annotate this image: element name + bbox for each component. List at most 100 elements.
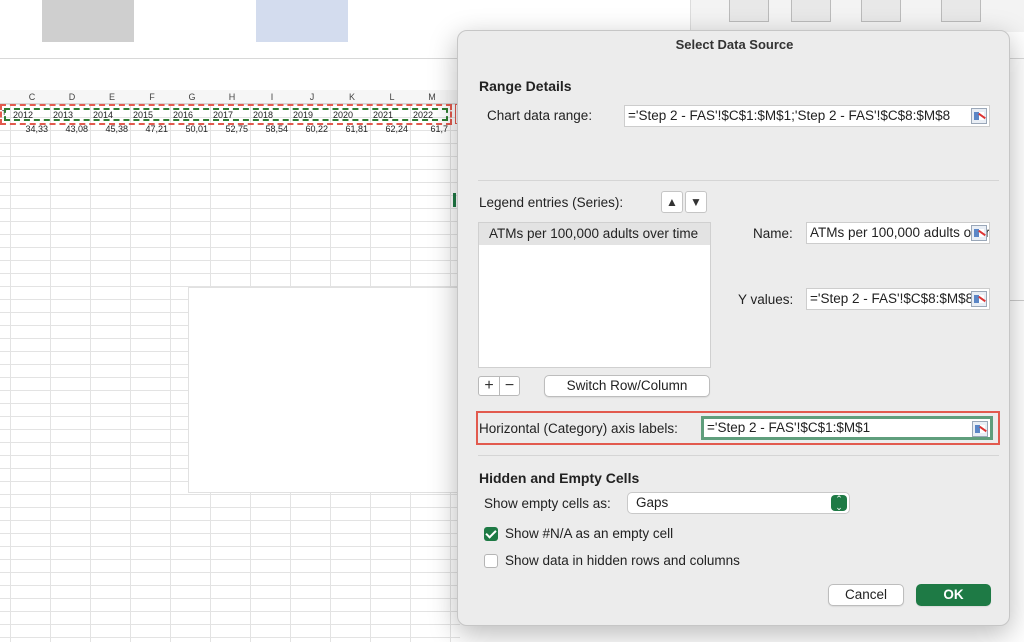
series-order-arrows: ▲ ▼ — [661, 191, 707, 213]
gridline — [0, 156, 460, 157]
change-chart-icon — [861, 0, 901, 22]
value-cell[interactable]: 52,75 — [210, 124, 248, 134]
add-series-button[interactable]: + — [479, 377, 499, 395]
selection-marquee — [4, 108, 448, 121]
dialog-title: Select Data Source — [675, 37, 794, 52]
gridline — [0, 585, 460, 586]
add-remove-series-control: + − — [478, 376, 520, 396]
series-name-label: Name: — [753, 226, 793, 241]
gridline — [0, 598, 460, 599]
value-cell[interactable]: 62,24 — [370, 124, 408, 134]
select-data-source-dialog: Select Data Source Range Details Chart d… — [457, 30, 1010, 626]
chart-data-range-value: ='Step 2 - FAS'!$C$1:$M$1;'Step 2 - FAS'… — [628, 108, 951, 123]
value-cell[interactable]: 61,81 — [330, 124, 368, 134]
column-header-j[interactable]: J — [292, 92, 332, 102]
switch-chart-icon — [729, 0, 769, 22]
ribbon-chart-tools — [690, 0, 1024, 32]
gridline — [0, 624, 460, 625]
y-values-field[interactable]: ='Step 2 - FAS'!$C$8:$M$8 — [806, 288, 990, 310]
value-cell[interactable]: 47,21 — [130, 124, 168, 134]
column-header-f[interactable]: F — [132, 92, 172, 102]
gridline — [0, 520, 460, 521]
gridline — [0, 182, 460, 183]
value-row: 34,33 43,08 45,38 47,21 50,01 52,75 58,5… — [0, 124, 460, 136]
show-na-checkbox[interactable] — [484, 527, 498, 541]
gridline — [0, 169, 460, 170]
chart-data-range-field[interactable]: ='Step 2 - FAS'!$C$1:$M$1;'Step 2 - FAS'… — [624, 105, 990, 127]
gridline — [0, 533, 460, 534]
gridline — [0, 143, 460, 144]
value-cell[interactable]: 60,22 — [290, 124, 328, 134]
column-header-m[interactable]: M — [412, 92, 452, 102]
remove-series-button[interactable]: − — [499, 377, 519, 395]
gridline — [0, 247, 460, 248]
chart-placeholder[interactable] — [188, 287, 460, 493]
cancel-button[interactable]: Cancel — [828, 584, 904, 606]
gridline — [0, 273, 460, 274]
y-values-label: Y values: — [738, 292, 794, 307]
column-header-d[interactable]: D — [52, 92, 92, 102]
value-cell[interactable]: 58,54 — [250, 124, 288, 134]
axis-labels-field[interactable]: ='Step 2 - FAS'!$C$1:$M$1 — [701, 416, 993, 440]
series-name-value: ATMs per 100,000 adults over time — [810, 225, 989, 240]
axis-labels-value: ='Step 2 - FAS'!$C$1:$M$1 — [707, 420, 871, 435]
column-header-h[interactable]: H — [212, 92, 252, 102]
column-header-row: C D E F G H I J K L M — [0, 90, 460, 104]
column-header-k[interactable]: K — [332, 92, 372, 102]
gridline — [0, 221, 460, 222]
column-header-c[interactable]: C — [12, 92, 52, 102]
gridline — [0, 208, 460, 209]
chart-data-range-label: Chart data range: — [487, 108, 593, 123]
select-data-icon — [791, 0, 831, 22]
value-cell[interactable]: 43,08 — [50, 124, 88, 134]
gridline — [0, 637, 460, 638]
value-cell[interactable]: 45,38 — [90, 124, 128, 134]
gridline-fragment — [1010, 300, 1024, 301]
gridline — [0, 507, 460, 508]
section-divider — [478, 180, 999, 181]
series-list[interactable]: ATMs per 100,000 adults over time — [478, 222, 711, 368]
value-cell[interactable]: 61,7 — [410, 124, 448, 134]
series-list-item[interactable]: ATMs per 100,000 adults over time — [479, 223, 710, 245]
ribbon-thumbnail-gray — [42, 0, 134, 42]
show-empty-cells-select[interactable]: Gaps ⌃ ⌄ — [627, 492, 850, 514]
axis-labels-label: Horizontal (Category) axis labels: — [479, 421, 678, 436]
legend-entries-label: Legend entries (Series): — [479, 195, 624, 210]
gridline — [0, 611, 460, 612]
chevron-up-down-icon: ⌃ ⌄ — [831, 495, 847, 512]
gridline — [0, 234, 460, 235]
range-picker-icon[interactable] — [971, 108, 987, 124]
selection-handle — [453, 193, 456, 207]
switch-row-column-button[interactable]: Switch Row/Column — [544, 375, 710, 397]
show-hidden-data-checkbox[interactable] — [484, 554, 498, 568]
y-values-value: ='Step 2 - FAS'!$C$8:$M$8 — [810, 291, 974, 306]
range-picker-icon[interactable] — [971, 225, 987, 241]
value-cell[interactable]: 34,33 — [10, 124, 48, 134]
section-divider — [478, 455, 999, 456]
range-picker-icon[interactable] — [971, 291, 987, 307]
gridline — [170, 104, 171, 642]
move-series-down-button[interactable]: ▼ — [685, 191, 707, 213]
column-header-i[interactable]: I — [252, 92, 292, 102]
ribbon-thumbnail-blue — [256, 0, 348, 42]
move-series-up-button[interactable]: ▲ — [661, 191, 683, 213]
range-picker-icon[interactable] — [972, 421, 988, 437]
column-header-g[interactable]: G — [172, 92, 212, 102]
column-header-e[interactable]: E — [92, 92, 132, 102]
gridline — [130, 104, 131, 642]
gridline — [0, 260, 460, 261]
column-header-l[interactable]: L — [372, 92, 412, 102]
gridline — [0, 195, 460, 196]
show-empty-cells-label: Show empty cells as: — [484, 496, 611, 511]
gridline — [0, 546, 460, 547]
value-cell[interactable]: 50,01 — [170, 124, 208, 134]
show-na-label: Show #N/A as an empty cell — [505, 526, 674, 541]
hidden-empty-cells-heading: Hidden and Empty Cells — [479, 470, 640, 486]
series-name-field[interactable]: ATMs per 100,000 adults over time — [806, 222, 990, 244]
show-empty-cells-value: Gaps — [636, 495, 669, 510]
ok-button[interactable]: OK — [916, 584, 991, 606]
move-chart-icon — [941, 0, 981, 22]
gridline — [90, 104, 91, 642]
show-hidden-data-label: Show data in hidden rows and columns — [505, 553, 740, 568]
gridline — [50, 104, 51, 642]
